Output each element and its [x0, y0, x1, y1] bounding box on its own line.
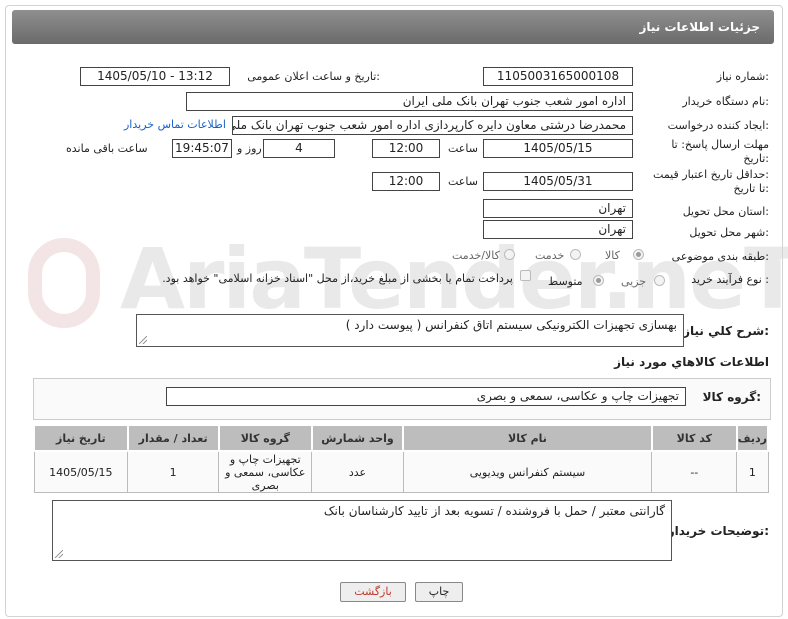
summary-textarea[interactable]: بهسازی تجهیزات الکترونیکی سیستم اتاق کنف… — [136, 314, 684, 347]
col-group-header: گروه کالا — [217, 424, 313, 452]
watermark-logo-icon — [28, 238, 100, 328]
category-radio-goods-service[interactable] — [504, 249, 515, 260]
remaining-time-field: 19:45:07 — [172, 139, 232, 158]
province-field: تهران — [483, 199, 633, 218]
col-row-header: ردیف — [735, 424, 770, 452]
category-radio-service[interactable] — [570, 249, 581, 260]
cell-name: سیستم کنفرانس ویدیویی — [402, 450, 653, 493]
cell-qty: 1 — [127, 450, 220, 493]
cell-date: 1405/05/15 — [33, 450, 129, 493]
days-label: روز و — [237, 142, 262, 155]
category-option-service: خدمت — [535, 249, 565, 262]
goods-group-field: تجهیزات چاپ و عکاسی، سمعی و بصری — [166, 387, 686, 406]
resize-grip-icon[interactable] — [55, 550, 63, 558]
buyer-org-label: نام دستگاه خریدار: — [682, 95, 769, 108]
price-validity-label: حداقل تاریخ اعتبار قیمت: — [653, 168, 769, 181]
buyer-notes-text: گارانتی معتبر / حمل با فروشنده / تسویه ب… — [323, 504, 665, 518]
reply-deadline-label-2: تاریخ: — [743, 152, 769, 165]
reply-deadline-label: مهلت ارسال پاسخ: تا — [671, 138, 769, 151]
col-unit-header: واحد شمارش — [310, 424, 405, 452]
remaining-time-label: ساعت باقی مانده — [66, 142, 148, 155]
buyer-notes-label: توضیحات خریدار: — [667, 524, 769, 538]
price-validity-date: 1405/05/31 — [483, 172, 633, 191]
cell-code: -- — [651, 450, 738, 493]
category-radio-goods[interactable] — [633, 249, 644, 260]
cell-row: 1 — [736, 450, 769, 493]
col-date-header: تاریخ نیاز — [33, 424, 129, 452]
process-option-medium: متوسط — [548, 275, 583, 288]
process-radio-medium[interactable] — [593, 275, 604, 286]
province-label: استان محل تحویل: — [682, 205, 769, 218]
process-option-minor: جزیی — [621, 275, 647, 288]
buyer-notes-textarea[interactable]: گارانتی معتبر / حمل با فروشنده / تسویه ب… — [52, 500, 672, 561]
reply-deadline-date: 1405/05/15 — [483, 139, 633, 158]
col-name-header: نام کالا — [402, 424, 653, 452]
goods-section-title: اطلاعات کالاهاي مورد نياز — [614, 355, 769, 369]
process-type-label: نوع فرآیند خرید : — [691, 273, 769, 286]
goods-group-label: گروه کالا: — [702, 390, 761, 404]
announce-datetime-label: تاریخ و ساعت اعلان عمومی: — [247, 70, 380, 83]
reply-deadline-time: 12:00 — [372, 139, 440, 158]
print-button[interactable]: چاپ — [415, 582, 463, 602]
price-validity-time-label: ساعت — [448, 175, 478, 188]
buyer-contact-link[interactable]: اطلاعات تماس خریدار — [124, 118, 226, 131]
summary-text: بهسازی تجهیزات الکترونیکی سیستم اتاق کنف… — [345, 318, 677, 332]
category-option-goods: کالا — [605, 249, 620, 262]
table-row: 1 -- سیستم کنفرانس ویدیویی عدد تجهیزات چ… — [33, 450, 769, 493]
reply-deadline-time-label: ساعت — [448, 142, 478, 155]
need-number-label: شماره نیاز: — [716, 70, 769, 83]
back-button[interactable]: بازگشت — [340, 582, 406, 602]
cell-group: تجهیزات چاپ و عکاسی، سمعی و بصری — [218, 450, 313, 493]
treasury-payment-checkbox[interactable] — [520, 270, 531, 281]
price-validity-label-2: تا تاریخ: — [733, 182, 769, 195]
buyer-org-field: اداره امور شعب جنوب تهران بانک ملی ایران — [186, 92, 633, 111]
category-option-goods-service: کالا/خدمت — [452, 249, 500, 262]
city-field: تهران — [483, 220, 633, 239]
col-qty-header: تعداد / مقدار — [126, 424, 220, 452]
cell-unit: عدد — [311, 450, 404, 493]
category-label: طبقه بندی موضوعی: — [671, 250, 769, 263]
requester-field: محمدرضا درشتی معاون دایره کارپردازی ادار… — [232, 116, 633, 135]
resize-grip-icon[interactable] — [139, 336, 147, 344]
table-header-row: ردیف کد کالا نام کالا واحد شمارش گروه کا… — [33, 424, 770, 452]
process-radio-minor[interactable] — [654, 275, 665, 286]
remaining-days-field: 4 — [263, 139, 335, 158]
goods-table: ردیف کد کالا نام کالا واحد شمارش گروه کا… — [33, 424, 770, 493]
col-code-header: کد کالا — [650, 424, 738, 452]
price-validity-time: 12:00 — [372, 172, 440, 191]
need-number-field: 1105003165000108 — [483, 67, 633, 86]
treasury-payment-note: پرداخت تمام یا بخشی از مبلغ خرید،از محل … — [162, 272, 513, 285]
summary-label: شرح کلي نياز: — [683, 324, 769, 338]
city-label: شهر محل تحویل: — [689, 226, 769, 239]
page-title-bar: جزئیات اطلاعات نیاز — [12, 10, 774, 44]
requester-label: ایجاد کننده درخواست: — [667, 119, 769, 132]
announce-datetime-field: 1405/05/10 - 13:12 — [80, 67, 230, 86]
page-title: جزئیات اطلاعات نیاز — [639, 20, 760, 34]
